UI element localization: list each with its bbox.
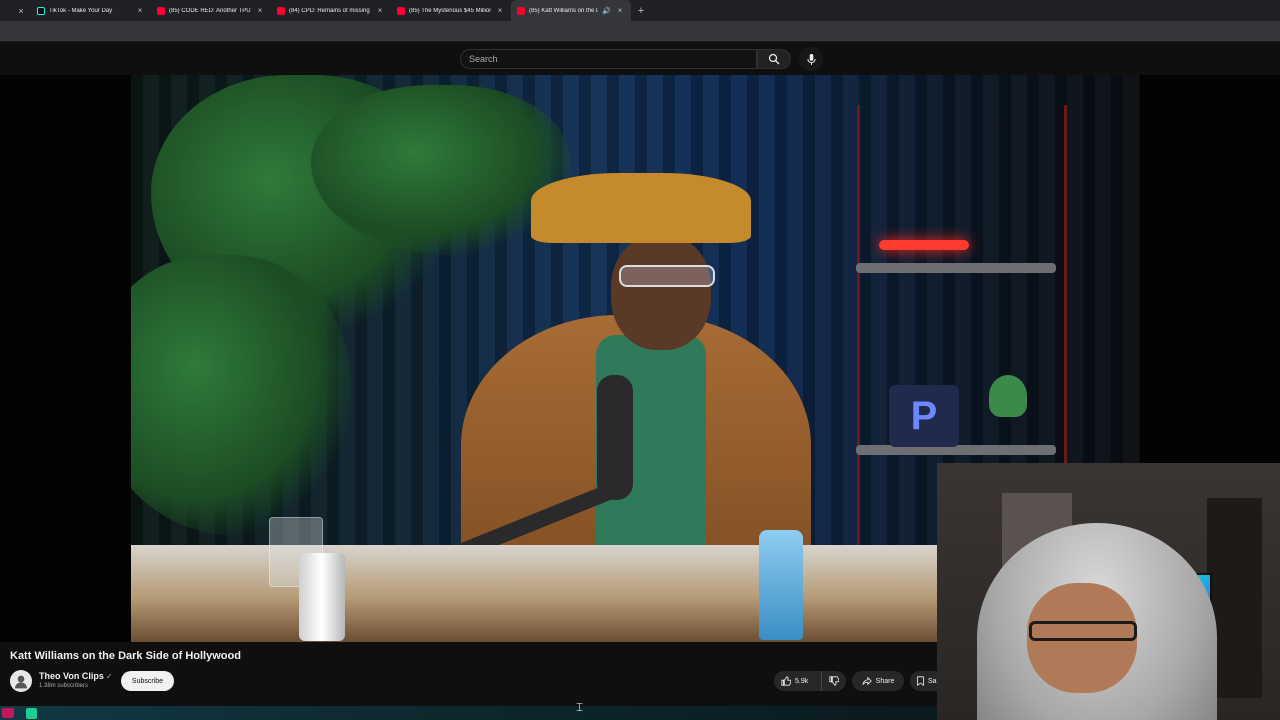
thumbs-up-icon [781,676,791,686]
cactus-decor [989,375,1027,417]
microphone [597,375,633,500]
search-button[interactable] [757,49,791,69]
save-label: Sa [928,677,937,685]
avatar-icon [15,675,27,689]
streamer-glasses [1029,621,1137,641]
close-tab-icon[interactable]: × [255,6,265,15]
dislike-button[interactable] [822,676,846,686]
like-dislike-group: 5.9k [774,671,846,691]
thumbs-down-icon [829,676,839,686]
speaker-icon[interactable]: 🔊 [602,7,611,15]
close-tab-icon[interactable]: × [375,6,385,15]
tab-title: (84) CPD: Remains of missing C [289,7,371,14]
plant-leaves [131,255,351,535]
youtube-icon [157,6,165,15]
tab-cpd-remains[interactable]: (84) CPD: Remains of missing C × [271,0,391,21]
tab-code-red[interactable]: (85) CODE RED: Another TPUSA × [151,0,271,21]
taskbar-app-icon[interactable] [26,708,37,719]
tab-tiktok[interactable]: TikTok - Make Your Day × [31,0,151,21]
like-button[interactable]: 5.9k [774,671,822,691]
verified-icon: ✓ [105,672,113,681]
subscriber-count: 1.38m subscribers [39,683,89,689]
address-bar[interactable] [0,21,1280,42]
share-button[interactable]: Share [852,671,904,691]
water-bottle [759,530,803,640]
channel-name-label[interactable]: Theo Von Clips [39,671,104,681]
close-tab-icon[interactable]: × [615,6,625,15]
search-icon [768,53,780,65]
host-hat [531,173,751,243]
share-label: Share [875,677,895,685]
new-tab-button[interactable]: + [631,5,651,17]
webcam-overlay [937,463,1280,720]
close-tab-icon[interactable]: × [495,6,505,15]
close-tab-icon[interactable]: × [135,6,145,15]
tab-katt-williams[interactable]: (85) Katt Williams on the Da 🔊 × [511,0,631,21]
microphone-icon [806,53,816,65]
host-face [611,235,711,350]
taskbar-app-icon[interactable] [2,708,14,718]
youtube-icon [397,6,405,15]
tab-strip: × TikTok - Make Your Day × (85) CODE RED… [0,0,1280,21]
youtube-icon [277,6,285,15]
search-input[interactable]: Search [460,49,757,69]
tab-mysterious-45-million[interactable]: (85) The Mysterious $45 Million × [391,0,511,21]
close-tab-icon[interactable]: × [11,0,31,21]
share-icon [862,676,872,686]
text-cursor-icon: ⌶ [576,700,584,714]
desktop-taskbar [0,706,937,720]
shelf-board [856,263,1056,273]
youtube-icon [517,6,525,15]
save-button[interactable]: Sa [910,671,937,691]
neon-light [879,240,969,250]
channel-avatar[interactable] [10,670,32,692]
subscribe-button[interactable]: Subscribe [121,671,174,691]
bookmark-icon [917,676,924,686]
voice-search-button[interactable] [799,47,823,71]
tab-title: (85) CODE RED: Another TPUSA [169,7,251,14]
drink-can [299,553,345,641]
tab-title: (85) The Mysterious $45 Million [409,7,491,14]
video-title: Katt Williams on the Dark Side of Hollyw… [10,650,241,662]
tiktok-icon [37,6,45,15]
host-glasses [619,265,715,287]
podcast-logo-icon: P [889,385,959,447]
tab-title: (85) Katt Williams on the Da [529,7,599,14]
shelf-board [856,445,1056,455]
browser-window: × TikTok - Make Your Day × (85) CODE RED… [0,0,1280,720]
tab-title: TikTok - Make Your Day [49,7,113,14]
youtube-masthead: Search [0,42,1280,75]
like-count: 5.9k [795,677,809,685]
channel-name[interactable]: Theo Von Clips ✓ [39,671,113,681]
